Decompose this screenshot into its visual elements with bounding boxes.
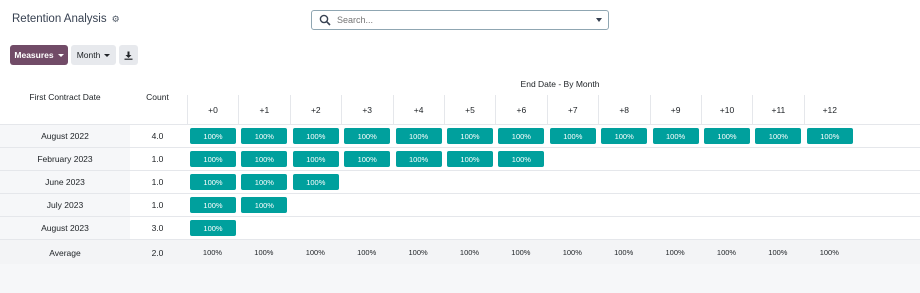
search-icon [319,14,331,26]
table-row: August 2022 4.0 100% 100% 100% 100% 100% 100% 10… [0,124,920,147]
average-cell: 100% [305,248,325,257]
period-header: +9 [649,95,701,124]
retention-cell[interactable]: 100% [652,128,699,144]
table-row: July 2023 1.0 100% 100% [0,193,920,216]
retention-cell[interactable]: 100% [498,128,545,144]
period-header: +5 [444,95,495,124]
retention-cell[interactable]: 100% [241,128,288,144]
row-date: August 2022 [0,125,130,147]
table-row: June 2023 1.0 100% 100% 100% [0,170,920,193]
retention-cell[interactable]: 100% [498,151,545,167]
average-cell: 100% [665,248,685,257]
average-cell: 100% [511,248,531,257]
retention-cell[interactable]: 100% [395,151,442,167]
retention-table: First Contract Date Count End Date - By … [0,69,920,264]
period-header: +3 [341,95,392,124]
average-cell: 100% [614,248,634,257]
average-cell: 100% [202,248,223,257]
control-panel: Retention Analysis ⚙ [0,0,920,40]
retention-cell[interactable]: 100% [190,151,236,167]
row-date: February 2023 [0,148,130,170]
average-label: Average [49,247,81,258]
average-row: Average 2.0 100% 100% 100% 100% 100% 100% 100%… [0,239,920,264]
average-cell: 100% [562,248,582,257]
period-header: +6 [495,95,546,124]
period-header: +0 [187,95,238,124]
toolbar: Measures Month [0,40,920,69]
download-button[interactable] [119,45,138,65]
average-cell: 100% [254,248,274,257]
retention-cell[interactable]: 100% [241,174,288,190]
retention-cell[interactable]: 100% [344,151,391,167]
page-title: Retention Analysis ⚙ [12,13,120,25]
table-row: February 2023 1.0 100% 100% 100% 100% 100% 100%… [0,147,920,170]
retention-cell[interactable]: 100% [190,128,236,144]
period-header: +11 [752,95,803,124]
search-box[interactable] [311,10,609,30]
gear-icon[interactable]: ⚙ [112,14,120,25]
retention-cell[interactable]: 100% [292,174,339,190]
retention-cell[interactable]: 100% [241,151,288,167]
period-header: +8 [598,95,649,124]
retention-cell[interactable]: 100% [241,197,288,213]
retention-cell[interactable]: 100% [447,151,493,167]
average-count: 2.0 [151,247,164,258]
retention-cell[interactable]: 100% [549,128,596,144]
row-date: July 2023 [0,194,130,216]
average-cell: 100% [357,248,377,257]
average-cell: 100% [459,248,480,257]
retention-cell[interactable]: 100% [190,197,236,213]
table-row: August 2023 3.0 100% [0,216,920,239]
download-icon [124,51,133,60]
row-count: 3.0 [151,223,164,233]
retention-cell[interactable]: 100% [704,128,750,144]
average-cell: 100% [768,248,788,257]
measures-button[interactable]: Measures [10,45,68,65]
period-header: +4 [392,95,444,124]
period-header: +10 [701,95,752,124]
retention-cell[interactable]: 100% [806,128,853,144]
retention-cell[interactable]: 100% [395,128,442,144]
average-cell: 100% [408,248,428,257]
month-button[interactable]: Month [71,45,116,65]
retention-cell[interactable]: 100% [292,151,339,167]
period-header: +7 [546,95,598,124]
row-count: 4.0 [151,131,164,141]
chevron-down-icon [57,53,64,57]
row-count: 1.0 [151,177,164,187]
chevron-down-icon [104,53,111,57]
row-date: June 2023 [0,171,130,193]
average-cell: 100% [819,248,839,257]
period-header: +1 [238,95,289,124]
retention-cell[interactable]: 100% [190,174,236,190]
period-header: +2 [289,95,341,124]
average-cell: 100% [716,248,737,257]
retention-cell[interactable]: 100% [344,128,391,144]
retention-cell[interactable]: 100% [601,128,648,144]
period-header: +12 [803,95,855,124]
row-date: August 2023 [0,217,130,239]
end-date-group-header[interactable]: End Date - By Month [185,79,920,89]
row-count: 1.0 [151,200,164,210]
first-contract-date-header: First Contract Date [29,92,101,102]
retention-cell[interactable]: 100% [447,128,493,144]
search-input[interactable] [337,15,577,25]
search-dropdown-toggle[interactable] [596,18,602,22]
retention-cell[interactable]: 100% [755,128,802,144]
count-header: Count [146,92,169,102]
retention-cell[interactable]: 100% [292,128,339,144]
row-count: 1.0 [151,154,164,164]
retention-cell[interactable]: 100% [190,220,236,236]
